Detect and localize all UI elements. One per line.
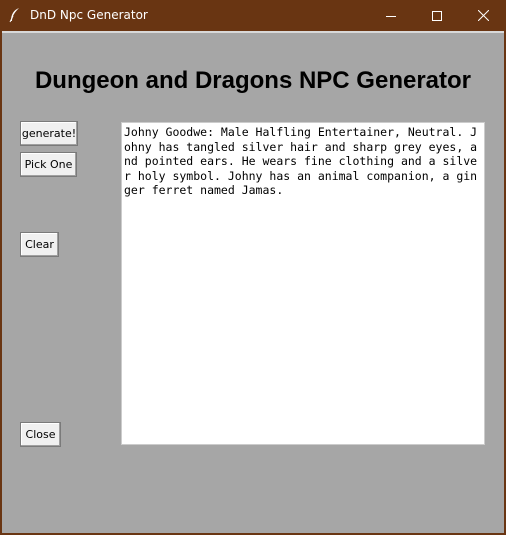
title-bar[interactable]: DnD Npc Generator bbox=[0, 0, 506, 31]
minimize-button[interactable] bbox=[368, 0, 414, 31]
close-button[interactable]: Close bbox=[20, 422, 61, 447]
generate-button[interactable]: generate! bbox=[20, 121, 78, 146]
clear-button[interactable]: Clear bbox=[20, 232, 59, 257]
npc-output-textarea[interactable]: Johny Goodwe: Male Halfling Entertainer,… bbox=[121, 122, 485, 445]
maximize-button[interactable] bbox=[414, 0, 460, 31]
window-title: DnD Npc Generator bbox=[30, 8, 148, 22]
page-title: Dungeon and Dragons NPC Generator bbox=[34, 67, 472, 94]
close-icon bbox=[477, 10, 489, 21]
feather-icon bbox=[9, 8, 19, 23]
pick-one-button[interactable]: Pick One bbox=[20, 152, 77, 177]
main-panel: Dungeon and Dragons NPC Generator genera… bbox=[2, 31, 504, 533]
maximize-icon bbox=[432, 10, 442, 21]
app-window: DnD Npc Generator Dungeon and Dragons NP… bbox=[0, 0, 506, 535]
minimize-icon bbox=[386, 15, 396, 17]
close-window-button[interactable] bbox=[460, 0, 506, 31]
